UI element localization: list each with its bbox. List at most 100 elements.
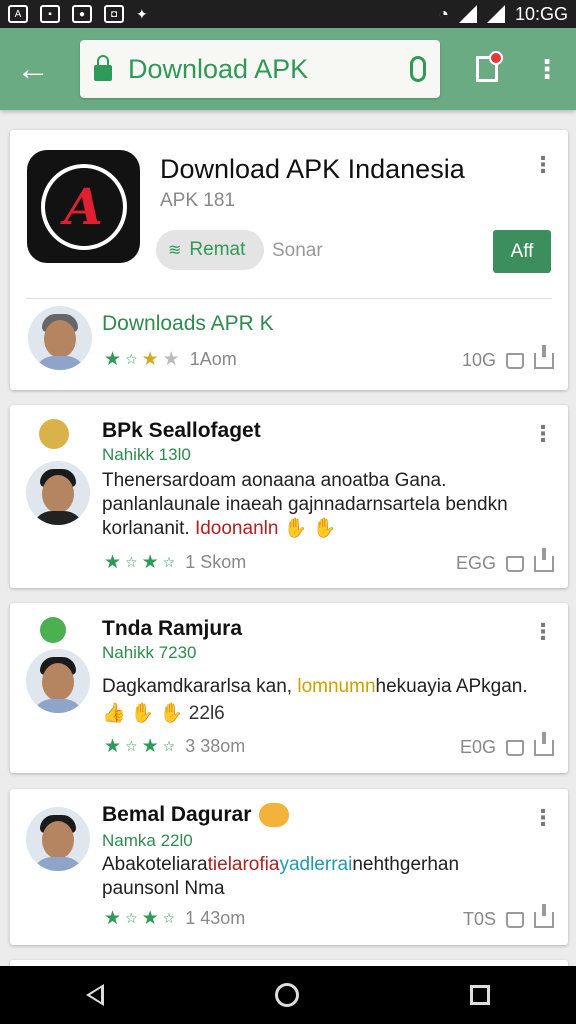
star-icon: ☆ [162, 554, 176, 570]
signal-icon [458, 5, 477, 23]
avatar-face [44, 320, 76, 358]
review-highlight: yadlerrai [279, 854, 353, 875]
review-extra: 👍 ✋ ✋ 22l6 [102, 703, 225, 724]
mic-icon[interactable] [410, 56, 426, 82]
avatar-face [42, 821, 74, 859]
meta-value: E0G [459, 737, 496, 757]
flag-icon: ✦ [136, 5, 148, 22]
nav-recents-icon[interactable] [470, 985, 491, 1005]
bag-icon: ● [72, 5, 92, 23]
wifi-icon: ◔ [438, 3, 449, 24]
share-icon[interactable] [534, 547, 554, 572]
star-icon: ☆ [125, 554, 138, 570]
like-icon[interactable] [506, 555, 524, 572]
nav-home-icon[interactable] [274, 983, 299, 1007]
avatar [26, 649, 90, 713]
like-icon[interactable] [506, 911, 524, 928]
install-button[interactable]: Aff [493, 230, 551, 273]
review-card: ⋮ Bemal Dagurar Namka 22l0 Abakoteliarat… [10, 789, 568, 945]
review-line-text: korlananit. [102, 518, 195, 539]
avatar [28, 306, 92, 370]
star-icon: ☆ [162, 738, 176, 754]
review-line: Thenersardoam aonaana anoatba Gana. [102, 470, 447, 491]
star-icon: ★ [104, 349, 122, 370]
meta-value: T0S [462, 909, 496, 929]
search-bar[interactable]: Download APK [80, 40, 440, 98]
divider [26, 298, 552, 299]
signal-icon [486, 5, 505, 23]
review-author: Bemal Dagurar [102, 803, 290, 828]
share-icon[interactable] [534, 344, 554, 369]
library-icon[interactable] [476, 51, 503, 82]
review-line: korlananit. Idoonanln ✋ ✋ [102, 517, 552, 541]
review-line-text: hekuayia APkgan. [375, 676, 528, 697]
rating-stars: ★ ☆ ★ ☆ 3 38om [104, 735, 245, 758]
badge-icon [40, 617, 66, 643]
star-icon: ☆ [125, 910, 138, 926]
nav-back-icon[interactable] [85, 984, 104, 1006]
status-right: ◔ 10:GG [438, 4, 568, 25]
star-icon: ☆ [125, 738, 138, 754]
app-bar-actions: ⋮ [476, 51, 560, 82]
more-icon[interactable]: ⋮ [532, 807, 554, 829]
rating-count: 1 Skom [185, 552, 247, 572]
meta-value: 10G [461, 350, 496, 370]
review-text: Dagkamdkararlsa kan, lomnumnhekuayia APk… [102, 675, 552, 699]
more-icon[interactable]: ⋮ [532, 621, 554, 643]
review-highlight: Idoonanln [194, 518, 279, 539]
review-line-text: nehthgerhan [352, 854, 460, 875]
star-icon: ☆ [162, 910, 176, 926]
star-icon: ★ [141, 908, 159, 929]
like-icon[interactable] [506, 352, 524, 369]
star-icon: ★ [141, 349, 159, 370]
app-title: Download APK Indanesia [160, 154, 465, 184]
share-icon[interactable] [534, 731, 554, 756]
review-author: BPk Seallofaget [102, 419, 261, 442]
more-icon[interactable]: ⋮ [534, 56, 560, 82]
avatar [26, 807, 90, 871]
search-input[interactable]: Download APK [128, 54, 410, 85]
star-icon: ★ [104, 908, 122, 929]
badge-icon [39, 419, 69, 449]
more-icon[interactable]: ⋮ [532, 423, 554, 445]
review-line: panlanlaunale inaeah gajnnadarnsartela b… [102, 494, 508, 515]
star-icon: ★ [104, 736, 122, 757]
review-card: ⋮ BPk Seallofaget Nahikk 13l0 Thenersard… [10, 405, 568, 588]
star-icon: ★ [104, 552, 122, 573]
meta-value: EGG [455, 553, 496, 573]
review-author-name: Bemal Dagurar [102, 803, 252, 826]
review-highlight: tielarofia [207, 854, 280, 875]
review-card: ⋮ Tnda Ramjura Nahikk 7230 Dagkamdkararl… [10, 603, 568, 773]
review-text: Abakoteliaratielarofiayadlerrainehthgerh… [102, 853, 552, 901]
review-date: Nahikk 7230 [102, 643, 197, 662]
rating-count: 1Aom [189, 349, 237, 369]
remat-chip[interactable]: ≋ Remat [156, 230, 264, 270]
review-text: Thenersardoam aonaana anoatba Gana. panl… [102, 469, 552, 541]
rating-stars: ★ ☆ ★ ☆ 1 43om [104, 907, 245, 930]
meta-actions: 10G [461, 344, 554, 371]
developer-name[interactable]: Downloads APR K [102, 312, 274, 336]
status-bar: A ▪ ● ◘ ✦ ◔ 10:GG [0, 0, 576, 28]
share-icon[interactable] [534, 903, 554, 928]
review-highlight: lomnumn [297, 676, 376, 697]
lock-icon [94, 55, 112, 81]
status-time: 10:GG [514, 3, 568, 24]
review-line: paunsonl Nma [102, 878, 225, 899]
star-icon: ★ [162, 349, 180, 370]
review-date: Nahikk 13l0 [102, 445, 191, 464]
emoji-badge-icon [259, 803, 290, 828]
avatar-body [32, 699, 84, 713]
back-arrow-icon[interactable]: ← [16, 50, 60, 89]
more-icon[interactable]: ⋮ [532, 154, 554, 176]
app-card: ⋮ A Download APK Indanesia APK 181 ≋ Rem… [10, 130, 568, 390]
star-icon: ★ [141, 736, 159, 757]
like-icon[interactable] [506, 739, 524, 756]
rating-stars: ★ ☆ ★ ☆ 1 Skom [104, 551, 246, 574]
review-line: Abakoteliaratielarofiayadlerrainehthgerh… [102, 853, 552, 877]
review-line-text: Abakoteliara [102, 854, 208, 875]
notification-icon: A [8, 5, 28, 23]
rating-stars: ★ ☆ ★ ★ 1Aom [104, 348, 237, 371]
app-icon: ◘ [104, 5, 124, 23]
wifi-icon: ≋ [168, 242, 182, 259]
review-author: Tnda Ramjura [102, 617, 243, 640]
